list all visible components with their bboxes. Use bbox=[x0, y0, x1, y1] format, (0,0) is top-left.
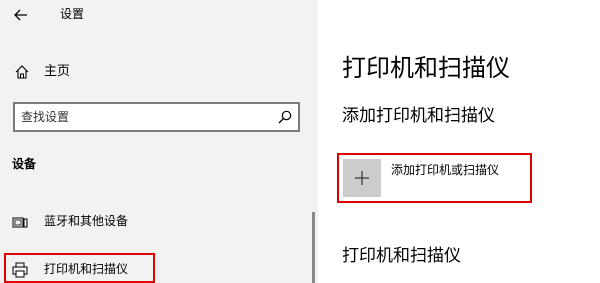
sidebar: 设置 主页 设备 蓝牙和其他设备 打印机和扫描仪 bbox=[0, 0, 318, 283]
add-section-title: 添加打印机和扫描仪 bbox=[342, 106, 495, 126]
page-title: 打印机和扫描仪 bbox=[342, 54, 510, 82]
plus-icon bbox=[355, 171, 369, 185]
search-input[interactable] bbox=[21, 108, 261, 126]
add-printer-label: 添加打印机或扫描仪 bbox=[391, 163, 500, 177]
printers-list-title: 打印机和扫描仪 bbox=[342, 246, 461, 266]
search-icon[interactable] bbox=[278, 110, 292, 124]
main-content: 打印机和扫描仪 添加打印机和扫描仪 添加打印机或扫描仪 打印机和扫描仪 bbox=[318, 0, 600, 283]
add-tile bbox=[343, 159, 381, 197]
sidebar-item-label: 主页 bbox=[44, 64, 71, 79]
title-bar: 设置 bbox=[0, 0, 318, 30]
add-printer-button[interactable]: 添加打印机或扫描仪 bbox=[337, 153, 532, 203]
sidebar-item-label: 蓝牙和其他设备 bbox=[44, 214, 129, 228]
window-title: 设置 bbox=[60, 7, 85, 21]
section-title: 设备 bbox=[12, 157, 37, 171]
bluetooth-devices-icon bbox=[12, 217, 28, 228]
sidebar-item-home[interactable]: 主页 bbox=[0, 56, 318, 88]
search-field[interactable] bbox=[13, 102, 300, 132]
back-arrow-icon bbox=[14, 9, 27, 21]
sidebar-scrollbar[interactable] bbox=[312, 212, 315, 283]
home-icon bbox=[15, 65, 29, 79]
back-button[interactable] bbox=[10, 5, 32, 25]
sidebar-item-bluetooth[interactable]: 蓝牙和其他设备 bbox=[0, 208, 314, 236]
highlight-box bbox=[4, 253, 155, 283]
